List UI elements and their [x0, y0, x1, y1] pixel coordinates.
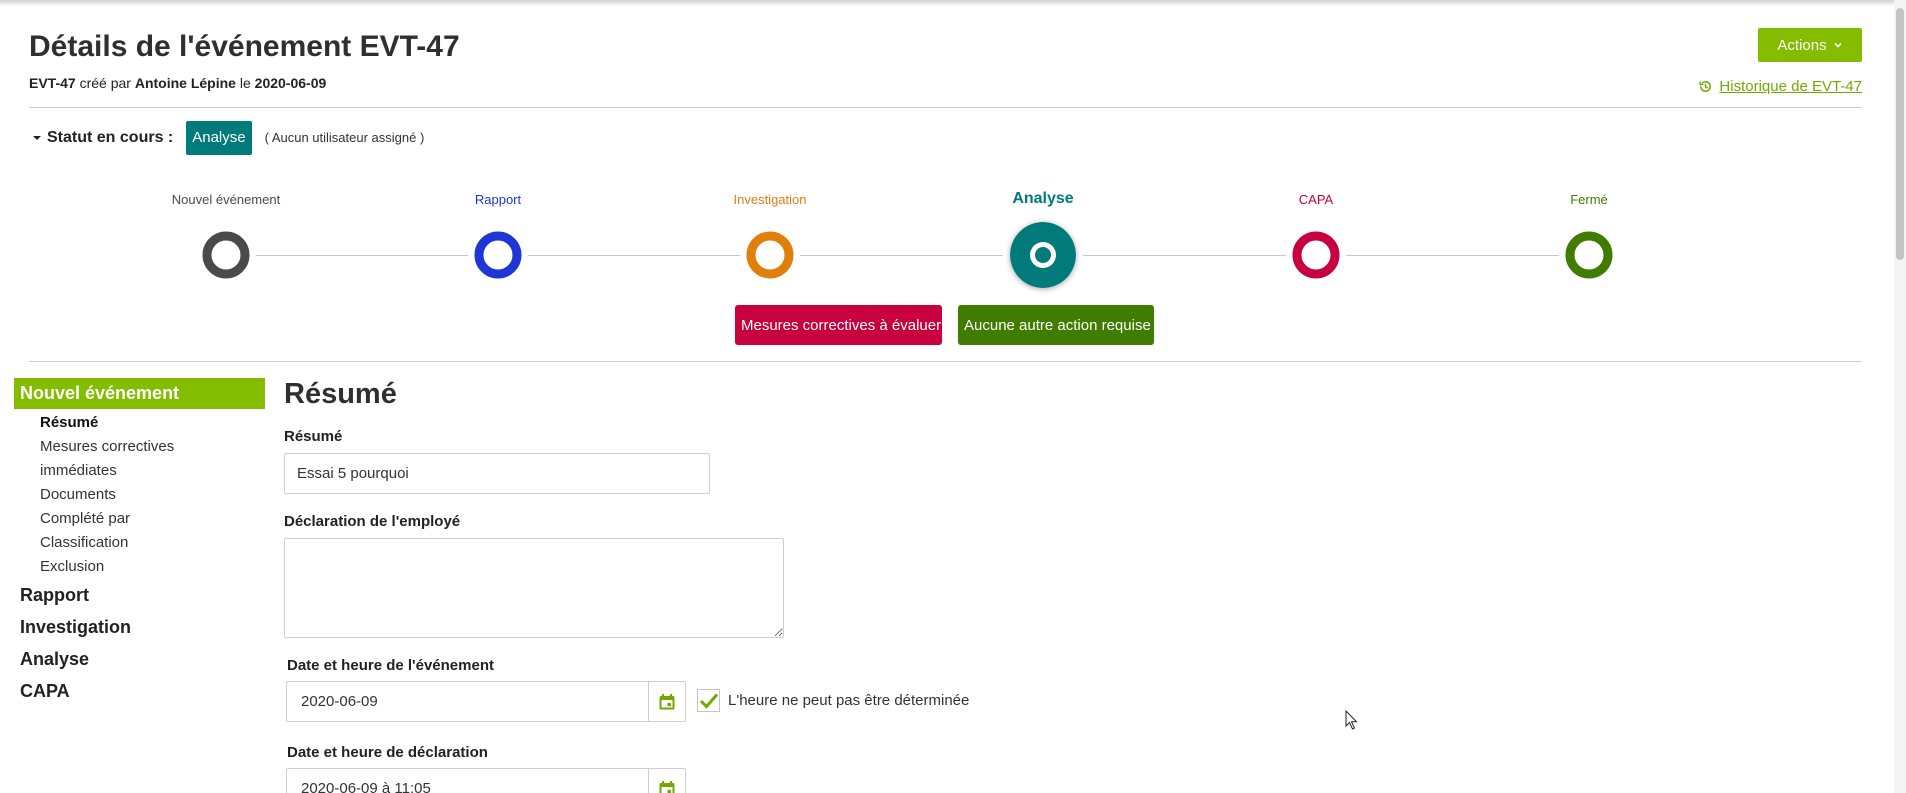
page-title: Détails de l'événement EVT-47	[29, 30, 460, 63]
workflow-stepper: Nouvel événement Rapport Investigation Anal…	[0, 180, 1906, 360]
step-ring-ferme	[1565, 231, 1613, 279]
event-id: EVT-47	[29, 75, 76, 91]
sidebar-section-investigation[interactable]: Investigation	[14, 611, 265, 643]
declaration-datetime-label: Date et heure de déclaration	[287, 744, 488, 761]
sidebar-sub-list: Résumé Mesures correctives immédiates Do…	[14, 409, 265, 579]
declaration-date-field[interactable]: 2020-06-09 à 11:05	[286, 768, 686, 793]
step-ring-analyse	[1010, 222, 1076, 288]
sidebar-item-resume[interactable]: Résumé	[14, 411, 265, 435]
step-label-ferme: Fermé	[1570, 192, 1608, 207]
time-undetermined-label: L'heure ne peut pas être déterminée	[728, 692, 970, 709]
stepper-connector	[1083, 255, 1286, 256]
step-label-nouvel-evenement: Nouvel événement	[171, 192, 281, 207]
employee-statement-textarea[interactable]	[284, 538, 784, 638]
header-divider	[29, 107, 1862, 108]
declaration-calendar-button[interactable]	[648, 769, 685, 793]
status-row: Statut en cours : Analyse ( Aucun utilis…	[33, 120, 424, 155]
vertical-scrollbar[interactable]	[1894, 0, 1906, 793]
corrective-measures-button[interactable]: Mesures correctives à évaluer	[735, 305, 942, 345]
event-calendar-button[interactable]	[648, 682, 685, 721]
history-link[interactable]: Historique de EVT-47	[1698, 78, 1862, 95]
employee-statement-label: Déclaration de l'employé	[284, 513, 461, 530]
sidebar-item-documents[interactable]: Documents	[14, 483, 265, 507]
actions-label: Actions	[1777, 36, 1827, 54]
stepper-connector	[256, 255, 468, 256]
status-assignee-note: ( Aucun utilisateur assigné )	[264, 130, 425, 145]
calendar-icon	[659, 693, 675, 709]
time-undetermined-checkbox[interactable]	[697, 689, 720, 712]
step-analyse[interactable]: Analyse	[943, 186, 1143, 288]
step-label-analyse: Analyse	[1012, 190, 1074, 207]
scrollbar-thumb[interactable]	[1896, 8, 1904, 260]
top-shadow	[0, 0, 1906, 6]
step-nouvel-evenement[interactable]: Nouvel événement	[126, 190, 326, 279]
stepper-connector	[1346, 255, 1559, 256]
step-label-rapport: Rapport	[474, 192, 522, 207]
page-header: Détails de l'événement EVT-47 EVT-47 cré…	[29, 28, 1862, 108]
step-ring-rapport	[474, 231, 522, 279]
checkmark-icon	[699, 693, 718, 709]
stepper-divider	[29, 361, 1862, 362]
no-further-action-button[interactable]: Aucune autre action requise	[958, 305, 1154, 345]
sidebar-section-capa[interactable]: CAPA	[14, 675, 265, 707]
created-date: 2020-06-09	[254, 75, 327, 91]
sidebar-item-classification[interactable]: Classification	[14, 531, 265, 555]
step-ring-investigation	[746, 231, 794, 279]
history-icon	[1699, 81, 1712, 92]
step-ring-nouvel-evenement	[202, 231, 250, 279]
sidebar-section-nouvel-evenement[interactable]: Nouvel événement	[14, 378, 265, 409]
step-label-capa: CAPA	[1298, 192, 1334, 207]
sidebar-item-immediates[interactable]: immédiates	[14, 459, 265, 483]
sidebar-item-exclusion[interactable]: Exclusion	[14, 555, 265, 579]
on-text: le	[239, 75, 251, 91]
status-badge: Analyse	[186, 120, 252, 155]
summary-input[interactable]	[284, 453, 710, 494]
step-label-investigation: Investigation	[733, 192, 807, 207]
step-rapport[interactable]: Rapport	[398, 190, 598, 279]
mouse-cursor-icon	[1345, 710, 1358, 730]
step-capa[interactable]: CAPA	[1216, 190, 1416, 279]
form-area: Résumé Résumé Déclaration de l'employé D…	[284, 378, 969, 793]
event-meta: EVT-47 créé par Antoine Lépine le 2020-0…	[29, 75, 326, 91]
status-toggle[interactable]: Statut en cours :	[33, 129, 173, 147]
event-date-value: 2020-06-09	[301, 693, 378, 710]
section-title: Résumé	[284, 378, 397, 410]
stepper-connector	[528, 255, 740, 256]
history-label: Historique de EVT-47	[1719, 78, 1862, 95]
caret-down-icon	[33, 135, 41, 140]
event-date-field[interactable]: 2020-06-09	[286, 681, 686, 722]
sidebar-item-mesures-correctives[interactable]: Mesures correctives	[14, 435, 265, 459]
created-by-text: créé par	[79, 75, 131, 91]
actions-button[interactable]: Actions	[1758, 28, 1862, 62]
event-datetime-label: Date et heure de l'événement	[287, 657, 494, 674]
sidebar-item-complete-par[interactable]: Complété par	[14, 507, 265, 531]
time-undetermined-control[interactable]: L'heure ne peut pas être déterminée	[697, 689, 969, 712]
status-label: Statut en cours :	[47, 128, 174, 146]
step-ferme[interactable]: Fermé	[1489, 190, 1689, 279]
step-ring-capa	[1292, 231, 1340, 279]
chevron-down-icon	[1834, 42, 1842, 48]
sidebar-section-rapport[interactable]: Rapport	[14, 579, 265, 611]
calendar-icon	[659, 780, 675, 793]
declaration-date-value: 2020-06-09 à 11:05	[301, 780, 431, 793]
sidebar-nav: Nouvel événement Résumé Mesures correcti…	[14, 378, 265, 707]
step-investigation[interactable]: Investigation	[670, 190, 870, 279]
sidebar-section-analyse[interactable]: Analyse	[14, 643, 265, 675]
summary-label: Résumé	[284, 428, 343, 445]
author-name: Antoine Lépine	[134, 75, 236, 91]
stepper-connector	[800, 255, 1003, 256]
